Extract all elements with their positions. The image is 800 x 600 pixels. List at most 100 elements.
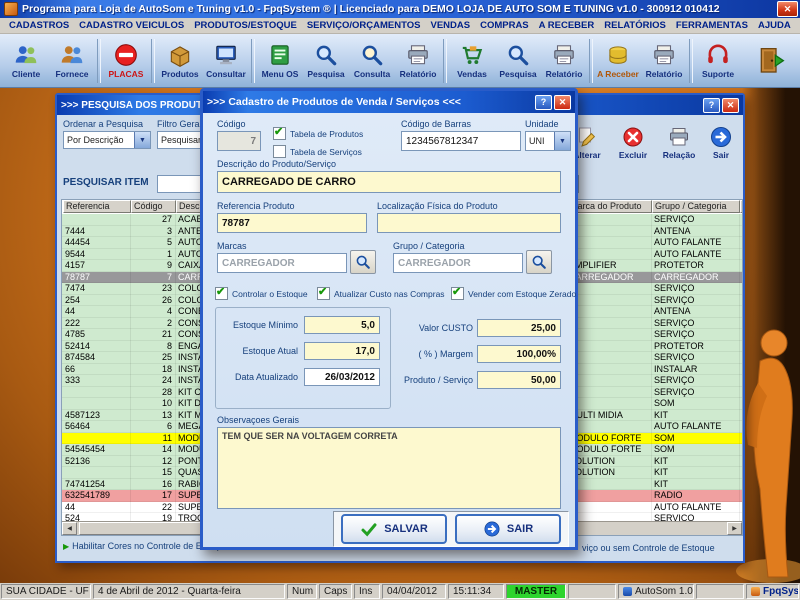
close-icon[interactable]: ✕ (777, 1, 798, 17)
valor-custo-field[interactable]: 25,00 (477, 319, 561, 337)
toolbar-button-vendas[interactable]: Vendas (449, 36, 495, 86)
cell-referencia: 4587123 (63, 410, 131, 422)
cell-grupo: SOM (652, 433, 740, 445)
cell-marca (567, 341, 652, 353)
toolbar-button-relatorio-receber[interactable]: Relatório (641, 36, 687, 86)
controlar-estoque-checkbox[interactable]: Controlar o Estoque (215, 287, 308, 300)
menu-item[interactable]: A RECEBER (534, 20, 600, 31)
cell-codigo: 10 (131, 398, 176, 410)
help-icon[interactable]: ? (535, 95, 552, 110)
preco-field[interactable]: 50,00 (477, 371, 561, 389)
toolbar-button-pesquisa-vendas[interactable]: Pesquisa (495, 36, 541, 86)
menu-item[interactable]: SERVIÇO/ORÇAMENTOS (302, 20, 426, 31)
cell-codigo: 27 (131, 214, 176, 226)
vender-zerado-checkbox[interactable]: Vender com Estoque Zerado (451, 287, 576, 300)
marcas-search-button[interactable] (350, 250, 376, 274)
column-header-marca[interactable]: Marca do Produto (567, 200, 652, 213)
cell-grupo: KIT (652, 456, 740, 468)
toolbar-button-consulta-os[interactable]: Consulta (349, 36, 395, 86)
relacao-button[interactable]: Relação (657, 117, 701, 167)
cell-referencia: 222 (63, 318, 131, 330)
chevron-down-icon[interactable]: ▼ (554, 132, 570, 150)
cell-grupo: KIT (652, 410, 740, 422)
sair-button[interactable]: Sair (699, 117, 743, 167)
localizacao-field[interactable] (377, 213, 561, 233)
printer-icon (405, 42, 431, 68)
checkbox-icon[interactable] (317, 287, 330, 300)
checkbox-icon[interactable] (273, 145, 286, 158)
column-header-grupo[interactable]: Grupo / Categoria (652, 200, 740, 213)
cell-grupo: ANTENA (652, 226, 740, 238)
menu-item[interactable]: FERRAMENTAS (671, 20, 753, 31)
toolbar-button-sair[interactable] (747, 36, 797, 86)
toolbar-button-fornecedor[interactable]: Fornece (49, 36, 95, 86)
column-header-referencia[interactable]: Referencia (63, 200, 131, 213)
headset-icon (705, 42, 731, 68)
menu-item[interactable]: COMPRAS (475, 20, 534, 31)
cell-codigo: 12 (131, 456, 176, 468)
grupo-search-button[interactable] (526, 250, 552, 274)
scroll-right-icon[interactable]: ▶ (727, 522, 742, 535)
toolbar-button-consultar[interactable]: Consultar (203, 36, 249, 86)
atualizar-custo-checkbox[interactable]: Atualizar Custo nas Compras (317, 287, 445, 300)
checkbox-icon[interactable] (451, 287, 464, 300)
estoque-atual-field[interactable]: 17,0 (304, 342, 380, 360)
descricao-field[interactable]: CARREGADO DE CARRO (217, 171, 561, 193)
menu-item[interactable]: VENDAS (425, 20, 475, 31)
observacoes-textarea[interactable]: TEM QUE SER NA VOLTAGEM CORRETA (217, 427, 561, 509)
toolbar-button-relatorio-vendas[interactable]: Relatório (541, 36, 587, 86)
toolbar-button-label: Consultar (206, 69, 246, 79)
data-atualizado-field[interactable]: 26/03/2012 (304, 368, 380, 386)
order-select[interactable]: Por Descrição ▼ (63, 131, 151, 149)
green-arrow-icon: ▶ (63, 542, 69, 551)
unidade-label: Unidade (525, 119, 559, 129)
menu-item[interactable]: CADASTROS (4, 20, 74, 31)
cell-grupo: SERVIÇO (652, 329, 740, 341)
cell-grupo: SERVIÇO (652, 295, 740, 307)
toolbar-button-suporte[interactable]: Suporte (695, 36, 741, 86)
marcas-field[interactable]: CARREGADOR (217, 253, 347, 273)
barras-field[interactable]: 1234567812347 (401, 131, 521, 151)
search-icon (359, 42, 385, 68)
cell-marca: MODULO FORTE (567, 444, 652, 456)
column-header-localizacao[interactable]: Localização (740, 200, 743, 213)
dialog-titlebar[interactable]: >>> Cadastro de Produtos de Venda / Serv… (203, 91, 575, 113)
cell-marca: AMPLIFIER (567, 260, 652, 272)
status-bar: SUA CIDADE - UF 4 de Abril de 2012 - Qua… (0, 583, 800, 600)
help-icon[interactable]: ? (703, 98, 720, 113)
tabela-produtos-checkbox[interactable]: Tabela de Produtos (273, 127, 363, 140)
close-icon[interactable]: ✕ (722, 98, 739, 113)
referencia-field[interactable]: 78787 (217, 213, 367, 233)
unidade-select[interactable]: UNI ▼ (525, 131, 571, 151)
margem-field[interactable]: 100,00% (477, 345, 561, 363)
close-icon[interactable]: ✕ (554, 95, 571, 110)
menu-item[interactable]: PRODUTOS/ESTOQUE (189, 20, 302, 31)
salvar-button[interactable]: SALVAR (341, 514, 447, 544)
menu-item[interactable]: AJUDA (753, 20, 796, 31)
menu-item[interactable]: RELATÓRIOS (599, 20, 671, 31)
toolbar-button-produtos[interactable]: Produtos (157, 36, 203, 86)
cell-codigo: 28 (131, 387, 176, 399)
sair-button[interactable]: SAIR (455, 514, 561, 544)
excluir-button[interactable]: Excluir (611, 117, 655, 167)
estoque-minimo-field[interactable]: 5,0 (304, 316, 380, 334)
cell-referencia: 632541789 (63, 490, 131, 502)
toolbar-button-menu-os[interactable]: Menu OS (257, 36, 303, 86)
suppliers-icon (59, 42, 85, 68)
toolbar-button-a-receber[interactable]: A Receber (595, 36, 641, 86)
scroll-left-icon[interactable]: ◀ (62, 522, 77, 535)
checkbox-icon[interactable] (215, 287, 228, 300)
grupo-field[interactable]: CARREGADOR (393, 253, 523, 273)
checkbox-icon[interactable] (273, 127, 286, 140)
toolbar-button-relatorio-os[interactable]: Relatório (395, 36, 441, 86)
column-header-codigo[interactable]: Código (131, 200, 176, 213)
menu-item[interactable]: CADASTRO VEICULOS (74, 20, 189, 31)
observacoes-label: Observaçoes Gerais (217, 415, 299, 425)
scrollbar-thumb[interactable] (79, 522, 211, 535)
tabela-servicos-checkbox[interactable]: Tabela de Serviços (273, 145, 362, 158)
toolbar-button-placas[interactable]: PLACAS (103, 36, 149, 86)
cell-grupo: SERVIÇO (652, 387, 740, 399)
chevron-down-icon[interactable]: ▼ (134, 132, 150, 148)
toolbar-button-pesquisa-os[interactable]: Pesquisa (303, 36, 349, 86)
toolbar-button-cliente[interactable]: Cliente (3, 36, 49, 86)
